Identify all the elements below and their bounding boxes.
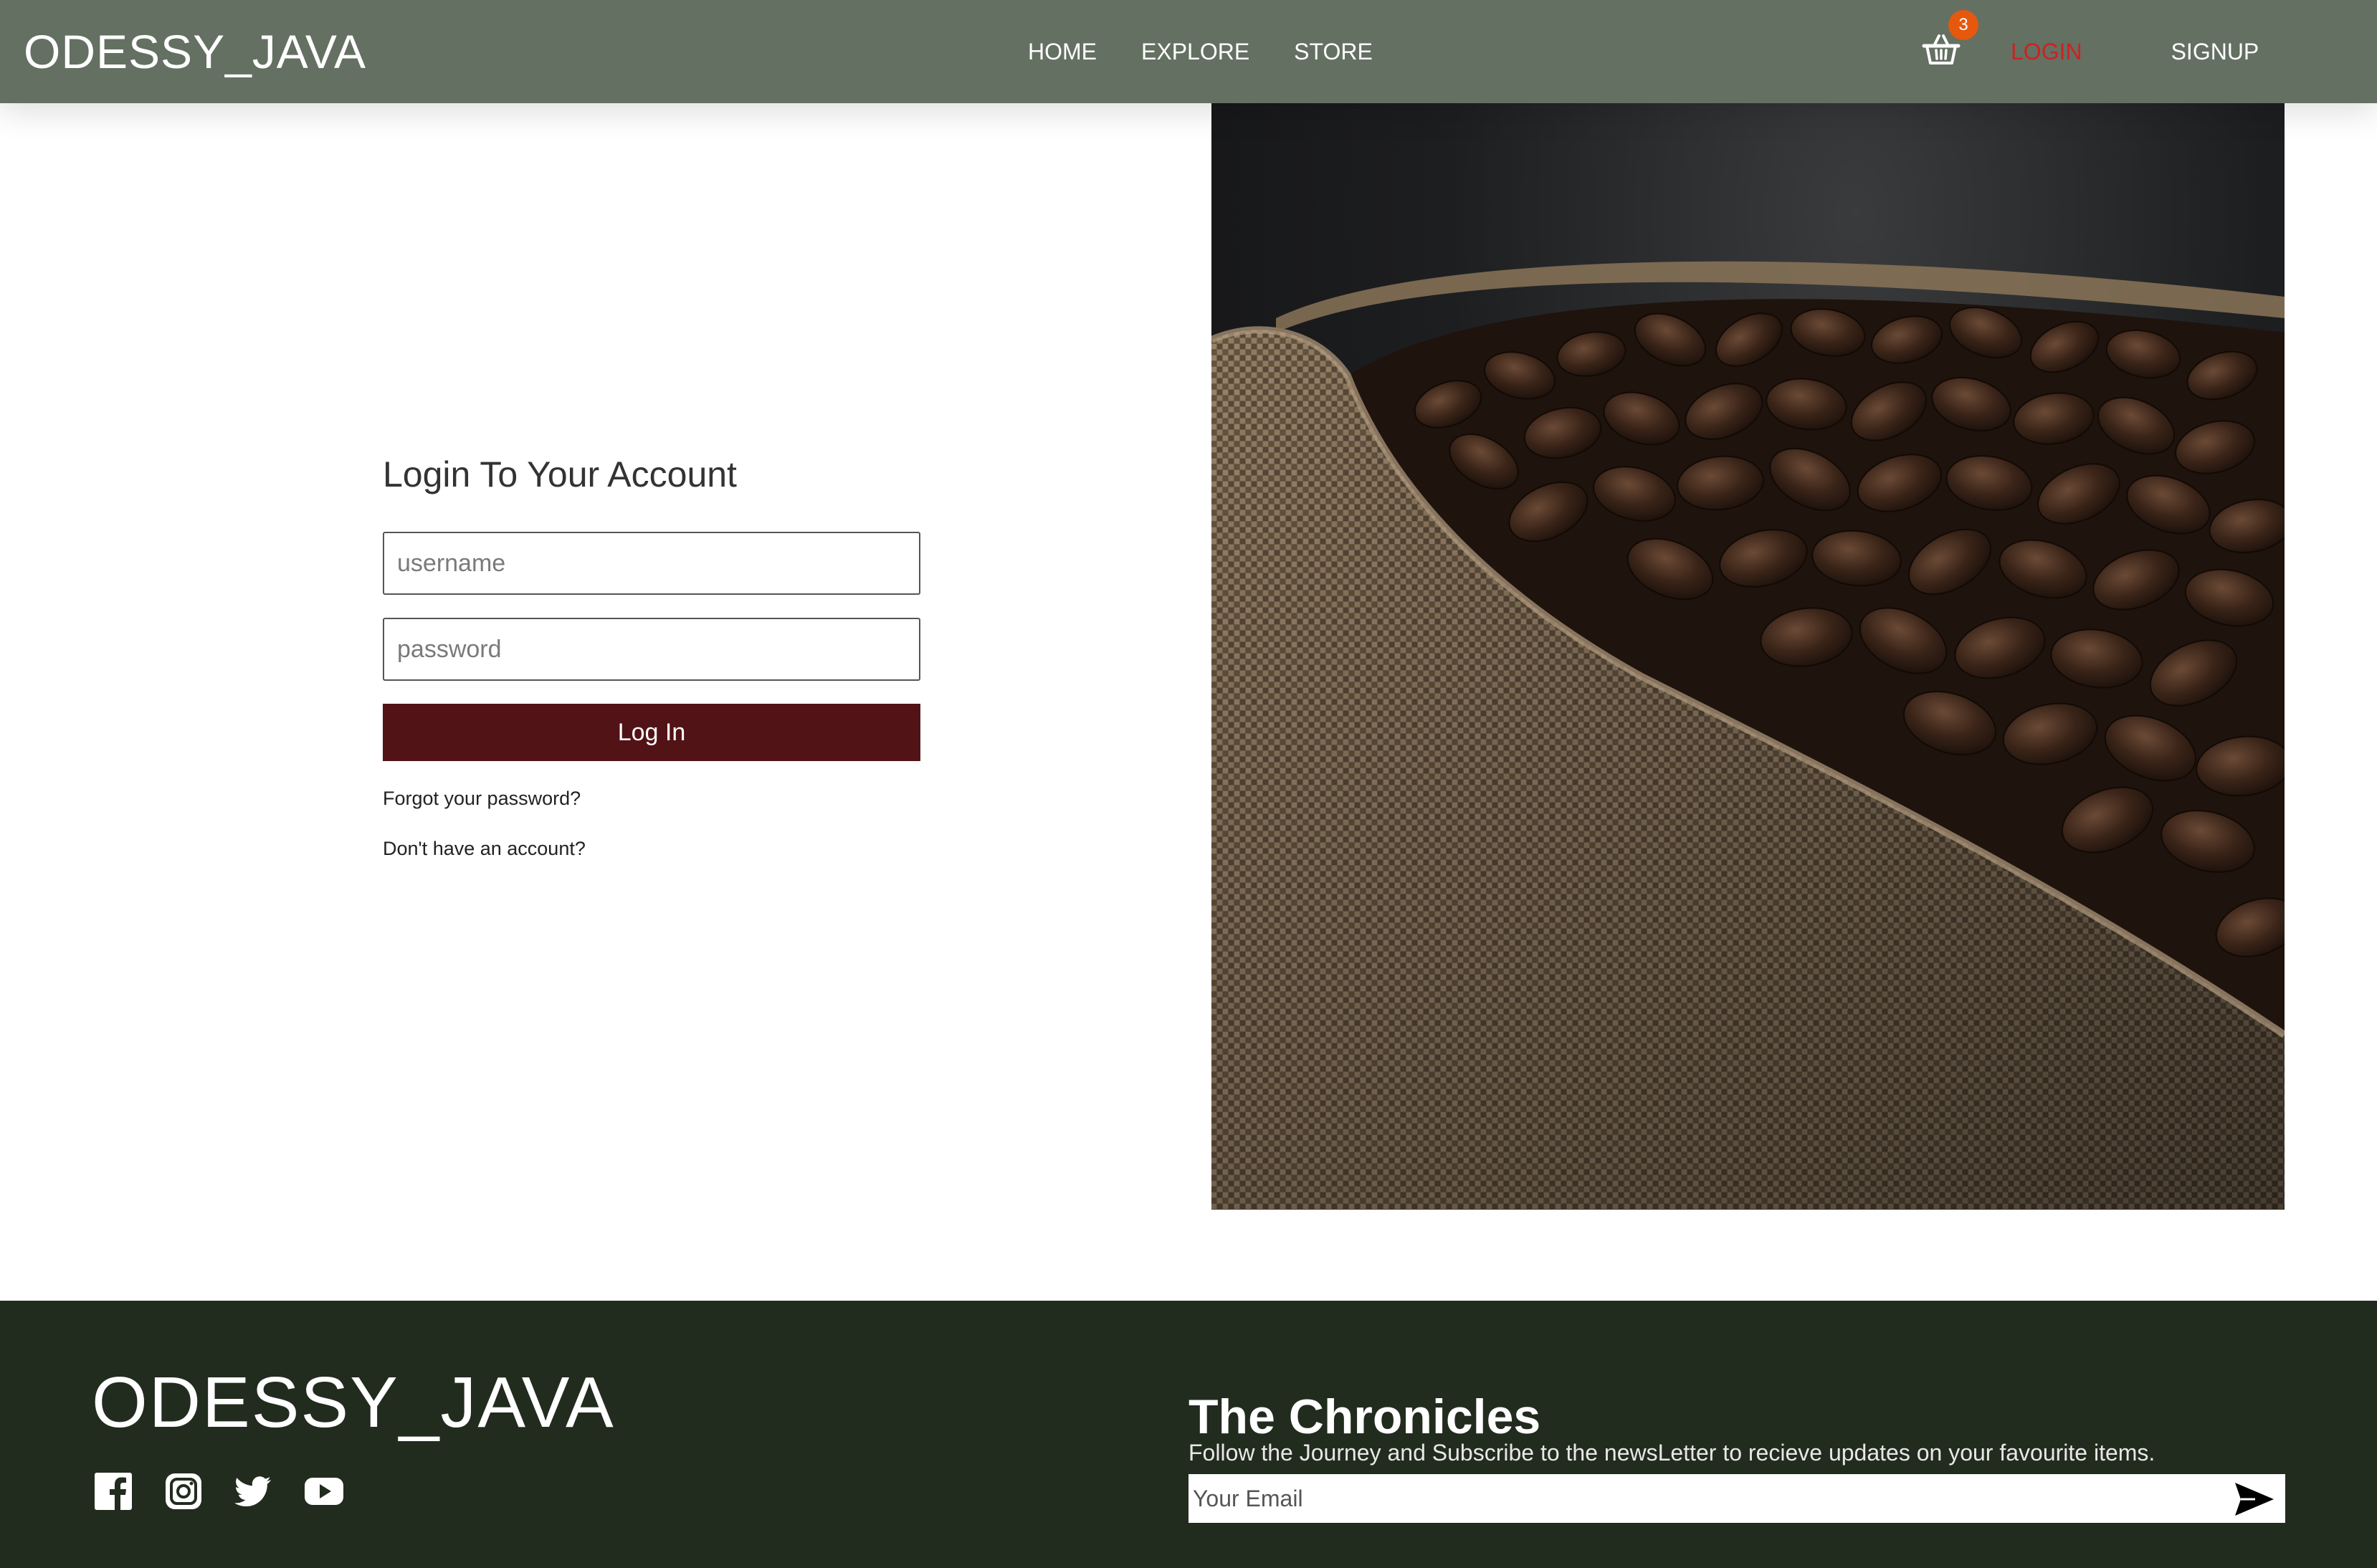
nav-explore-link[interactable]: EXPLORE <box>1141 34 1249 69</box>
newsletter-email-input[interactable] <box>1188 1474 2206 1523</box>
newsletter-submit-button[interactable] <box>2234 1480 2275 1519</box>
send-icon <box>2235 1483 2274 1516</box>
instagram-icon[interactable] <box>163 1471 204 1511</box>
coffee-beans-image <box>1211 103 2285 1210</box>
forgot-password-link[interactable]: Forgot your password? <box>383 784 920 813</box>
newsletter-subtitle: Follow the Journey and Subscribe to the … <box>1188 1440 2156 1466</box>
login-form: Login To Your Account Log In Forgot your… <box>383 444 920 863</box>
auth-nav: LOGIN SIGNUP <box>2011 34 2303 69</box>
password-input[interactable] <box>383 618 920 681</box>
navbar: ODESSY_JAVA HOME EXPLORE STORE 3 LOGIN S… <box>0 0 2377 103</box>
main-nav: HOME EXPLORE STORE <box>1028 34 1417 69</box>
nav-signup-link[interactable]: SIGNUP <box>2171 34 2259 69</box>
youtube-icon[interactable] <box>304 1471 344 1511</box>
footer: ODESSY_JAVA The Chronicles Follow the Jo… <box>0 1301 2377 1568</box>
username-input[interactable] <box>383 532 920 595</box>
nav-store-link[interactable]: STORE <box>1294 34 1373 69</box>
login-button[interactable]: Log In <box>383 704 920 761</box>
nav-home-link[interactable]: HOME <box>1028 34 1097 69</box>
coffee-sack-illustration <box>1211 261 2285 1210</box>
brand-logo[interactable]: ODESSY_JAVA <box>24 20 366 83</box>
cart-count-badge: 3 <box>1948 10 1978 40</box>
social-links <box>93 1471 344 1511</box>
nav-login-link[interactable]: LOGIN <box>2011 34 2082 69</box>
twitter-icon[interactable] <box>234 1471 274 1511</box>
no-account-link[interactable]: Don't have an account? <box>383 834 920 863</box>
facebook-icon[interactable] <box>93 1471 133 1511</box>
newsletter-form <box>1188 1474 2285 1523</box>
login-title: Login To Your Account <box>383 454 737 494</box>
footer-brand: ODESSY_JAVA <box>92 1362 615 1443</box>
